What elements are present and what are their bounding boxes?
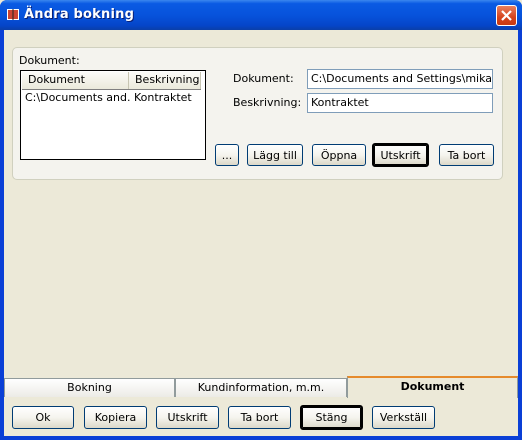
list-item[interactable]: C:\Documents and... Kontraktet (22, 91, 202, 107)
tab-kundinformation[interactable]: Kundinformation, m.m. (175, 378, 347, 397)
tab-dokument[interactable]: Dokument (347, 376, 518, 398)
ok-button[interactable]: Ok (12, 406, 74, 429)
tab-strip: Bokning Kundinformation, m.m. Dokument (4, 376, 518, 398)
remove-document-button[interactable]: Ta bort (439, 144, 494, 166)
browse-button[interactable]: ... (215, 144, 239, 166)
close-button[interactable]: Stäng (300, 405, 363, 430)
column-header-beskrivning[interactable]: Beskrivning (129, 72, 201, 89)
tab-panel-dokument: Dokument: Dokument Beskrivning C:\Docume… (7, 33, 513, 377)
open-document-button[interactable]: Öppna (312, 144, 366, 166)
list-item-beskrivning: Kontraktet (134, 91, 192, 104)
close-icon (501, 10, 512, 21)
apply-button[interactable]: Verkställ (372, 406, 435, 429)
close-window-button[interactable] (496, 5, 517, 26)
dokument-field-label: Dokument: (233, 72, 294, 85)
dialog-window: Ändra bokning Dokument: Dokument Beskriv… (0, 0, 522, 440)
dialog-footer: Ok Kopiera Utskrift Ta bort Stäng Verkst… (4, 400, 518, 436)
title-bar[interactable]: Ändra bokning (0, 0, 522, 30)
add-document-button[interactable]: Lägg till (247, 144, 303, 166)
listview-header: Dokument Beskrivning (22, 72, 201, 90)
print-button[interactable]: Utskrift (156, 406, 219, 429)
remove-button[interactable]: Ta bort (228, 406, 291, 429)
beskrivning-field-label: Beskrivning: (233, 96, 302, 109)
print-document-button[interactable]: Utskrift (372, 143, 429, 167)
dialog-client-area: Dokument: Dokument Beskrivning C:\Docume… (4, 30, 518, 436)
window-title: Ändra bokning (24, 7, 135, 22)
copy-button[interactable]: Kopiera (84, 406, 147, 429)
book-icon (7, 9, 19, 20)
beskrivning-input[interactable]: Kontraktet (307, 93, 493, 113)
list-item-dokument: C:\Documents and... (25, 91, 130, 104)
column-header-dokument[interactable]: Dokument (22, 72, 129, 89)
documents-group-label: Dokument: (19, 54, 80, 67)
documents-listview[interactable]: Dokument Beskrivning C:\Documents and...… (20, 70, 206, 160)
dokument-path-input[interactable]: C:\Documents and Settings\mikaelt\ (307, 69, 493, 89)
tab-bokning[interactable]: Bokning (4, 378, 175, 397)
